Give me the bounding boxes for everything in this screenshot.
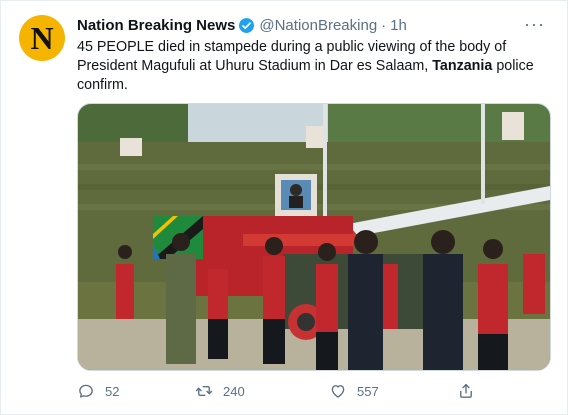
- retweet-icon: [195, 385, 213, 397]
- tweet-actions: 52 240 557: [77, 382, 477, 402]
- author-handle[interactable]: @NationBreaking: [259, 17, 377, 34]
- reply-icon: [79, 384, 93, 398]
- like-icon: [331, 385, 345, 398]
- tweet-text: 45 PEOPLE died in stampede during a publ…: [77, 38, 547, 95]
- separator-dot: ·: [381, 16, 387, 34]
- verified-badge-icon: [239, 17, 255, 33]
- tweet-photo[interactable]: [77, 103, 551, 371]
- like-button[interactable]: 557: [329, 382, 379, 400]
- retweet-count: 240: [223, 383, 245, 399]
- avatar[interactable]: N: [19, 15, 65, 61]
- timestamp[interactable]: 1h: [390, 17, 407, 34]
- like-count: 557: [357, 383, 379, 399]
- avatar-letter: N: [30, 20, 54, 56]
- photo-illustration: [78, 104, 550, 370]
- retweet-button[interactable]: 240: [195, 382, 245, 400]
- author-name[interactable]: Nation Breaking News: [77, 17, 235, 34]
- reply-button[interactable]: 52: [77, 382, 119, 400]
- tweet-card[interactable]: N Nation Breaking News @NationBreaking ·…: [0, 0, 568, 415]
- tweet-header: Nation Breaking News @NationBreaking · 1…: [77, 15, 407, 35]
- more-options-icon[interactable]: ···: [524, 15, 545, 33]
- tweet-text-hashtag[interactable]: Tanzania: [432, 58, 492, 74]
- reply-count: 52: [105, 383, 120, 399]
- share-icon: [460, 383, 472, 398]
- share-button[interactable]: [457, 382, 475, 400]
